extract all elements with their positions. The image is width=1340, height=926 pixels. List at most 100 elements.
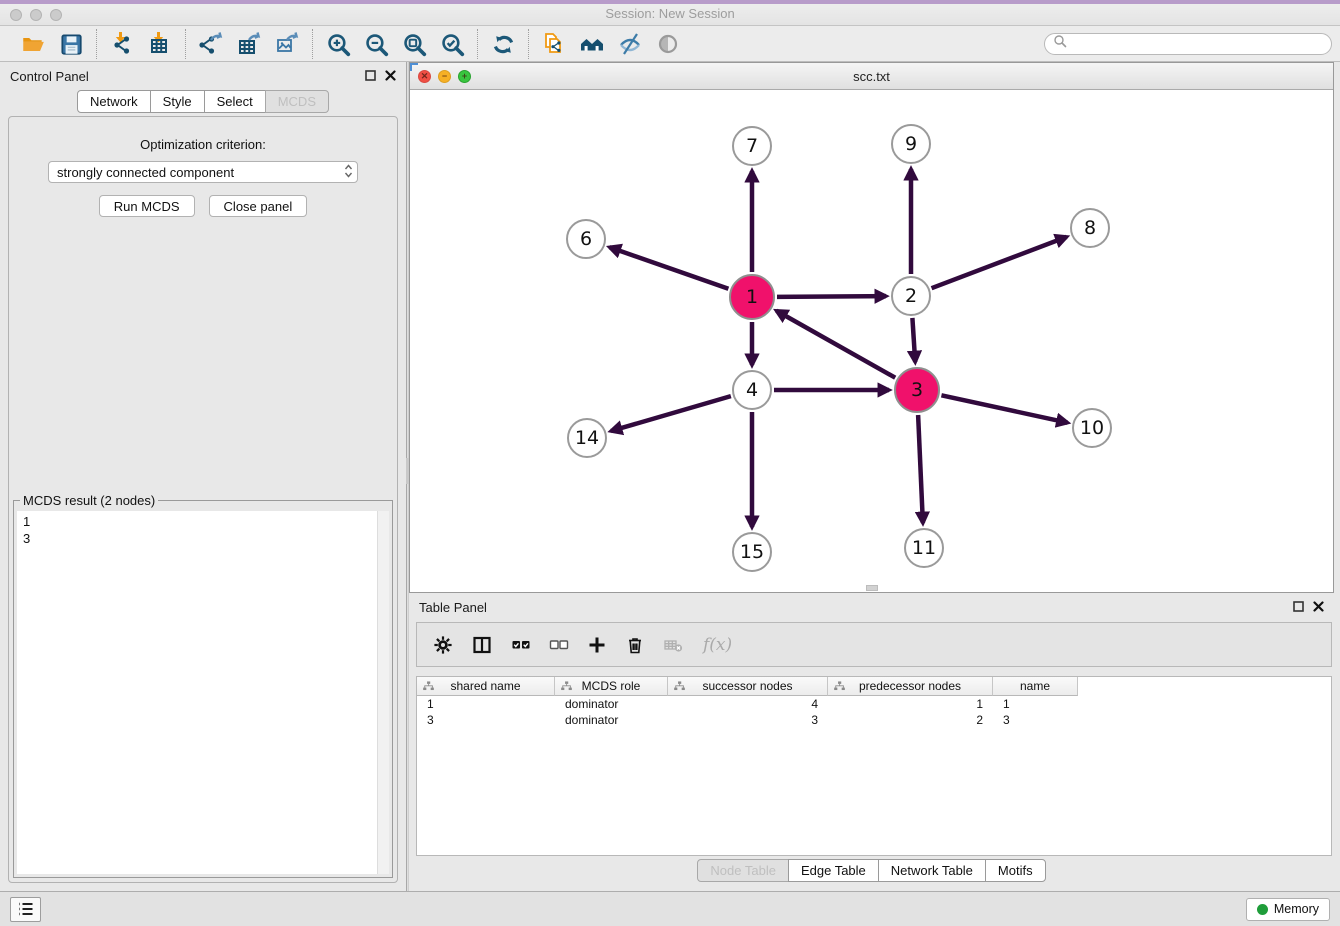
column-header-predecessor-nodes[interactable]: predecessor nodes <box>828 677 993 696</box>
table-tabs: Node TableEdge TableNetwork TableMotifs <box>697 859 1045 882</box>
table-cell[interactable]: 4 <box>668 697 828 711</box>
tab-select[interactable]: Select <box>204 90 266 113</box>
graph-node-9[interactable]: 9 <box>891 124 931 164</box>
network-canvas[interactable]: 7 9 6 8 1 2 4 3 14 10 15 11 <box>410 90 1333 592</box>
graph-edge-2-3[interactable] <box>912 318 915 362</box>
open-session-icon[interactable] <box>18 29 48 59</box>
add-row-icon[interactable] <box>587 635 607 655</box>
close-panel-icon[interactable] <box>385 69 396 84</box>
main-toolbar <box>0 26 1340 62</box>
table-row[interactable]: 3dominator323 <box>417 712 1331 728</box>
table-tab-network-table[interactable]: Network Table <box>878 859 986 882</box>
tab-mcds[interactable]: MCDS <box>265 90 329 113</box>
network-window-titlebar[interactable]: ✕ − + scc.txt <box>410 63 1333 90</box>
graph-node-7[interactable]: 7 <box>732 126 772 166</box>
table-tab-node-table[interactable]: Node Table <box>697 859 789 882</box>
toolbar-group <box>528 29 693 59</box>
memory-button[interactable]: Memory <box>1246 898 1330 921</box>
control-panel: Control Panel NetworkStyleSelectMCDS Opt… <box>0 62 406 891</box>
column-label: successor nodes <box>702 679 792 693</box>
export-network-icon[interactable] <box>196 29 226 59</box>
graph-node-4[interactable]: 4 <box>732 370 772 410</box>
node-table[interactable]: shared nameMCDS role successor nodes prede… <box>416 676 1332 856</box>
criterion-value: strongly connected component <box>57 165 234 180</box>
task-history-button[interactable] <box>10 897 41 922</box>
run-mcds-button[interactable]: Run MCDS <box>99 195 195 217</box>
export-table-icon[interactable] <box>234 29 264 59</box>
graph-node-2[interactable]: 2 <box>891 276 931 316</box>
export-image-icon[interactable] <box>272 29 302 59</box>
table-header-row: shared nameMCDS role successor nodes prede… <box>417 677 1331 696</box>
table-cell[interactable]: 1 <box>828 697 993 711</box>
table-cell[interactable]: 1 <box>993 697 1078 711</box>
save-session-icon[interactable] <box>56 29 86 59</box>
gear-icon[interactable] <box>433 635 453 655</box>
float-panel-icon[interactable] <box>365 69 376 84</box>
search-box[interactable] <box>1044 33 1332 55</box>
graph-edge-1-6[interactable] <box>610 247 729 289</box>
hide-graphics-icon[interactable] <box>615 29 645 59</box>
zoom-out-icon[interactable] <box>361 29 391 59</box>
table-cell[interactable]: dominator <box>555 713 668 727</box>
mcds-result-text: 1 3 <box>17 511 389 549</box>
table-cell[interactable]: 3 <box>993 713 1078 727</box>
split-columns-icon[interactable] <box>471 635 493 655</box>
graph-node-15[interactable]: 15 <box>732 532 772 572</box>
status-bar: Memory <box>0 891 1340 926</box>
toolbar-groups <box>8 27 693 61</box>
graph-node-10[interactable]: 10 <box>1072 408 1112 448</box>
table-cell[interactable]: 1 <box>417 697 555 711</box>
graph-edge-2-8[interactable] <box>932 237 1067 288</box>
graph-node-8[interactable]: 8 <box>1070 208 1110 248</box>
table-tab-edge-table[interactable]: Edge Table <box>788 859 879 882</box>
import-network-icon[interactable] <box>107 29 137 59</box>
select-all-checkboxes-icon[interactable] <box>511 635 531 655</box>
tab-style[interactable]: Style <box>150 90 205 113</box>
graph-node-11[interactable]: 11 <box>904 528 944 568</box>
canvas-splitter-handle[interactable] <box>866 585 878 591</box>
duplicate-network-icon[interactable] <box>539 29 569 59</box>
table-cell[interactable]: dominator <box>555 697 668 711</box>
float-table-panel-icon[interactable] <box>1293 600 1304 615</box>
deselect-all-checkboxes-icon[interactable] <box>549 635 569 655</box>
network-window-controls[interactable]: ✕ − + <box>418 70 471 83</box>
graph-node-14[interactable]: 14 <box>567 418 607 458</box>
refresh-layout-icon[interactable] <box>488 29 518 59</box>
result-scrollbar[interactable] <box>377 511 389 874</box>
table-row[interactable]: 1dominator411 <box>417 696 1331 712</box>
delete-row-icon[interactable] <box>625 635 645 655</box>
graph-node-3[interactable]: 3 <box>894 367 940 413</box>
column-header-shared-name[interactable]: shared name <box>417 677 555 696</box>
column-header-successor-nodes[interactable]: successor nodes <box>668 677 828 696</box>
table-cell[interactable]: 3 <box>417 713 555 727</box>
column-header-name[interactable]: name <box>993 677 1078 696</box>
maximize-network-button[interactable]: + <box>458 70 471 83</box>
column-label: predecessor nodes <box>859 679 961 693</box>
mcds-result-area[interactable]: 1 3 <box>17 511 389 874</box>
graph-node-6[interactable]: 6 <box>566 219 606 259</box>
graph-edge-3-10[interactable] <box>941 395 1067 422</box>
home-view-icon[interactable] <box>577 29 607 59</box>
criterion-dropdown[interactable]: strongly connected component <box>48 161 358 183</box>
table-cell[interactable]: 2 <box>828 713 993 727</box>
graph-edge-3-1[interactable] <box>776 311 895 378</box>
zoom-selected-icon[interactable] <box>437 29 467 59</box>
graph-edge-1-2[interactable] <box>777 296 886 297</box>
graph-node-1[interactable]: 1 <box>729 274 775 320</box>
table-tab-motifs[interactable]: Motifs <box>985 859 1046 882</box>
graph-edge-3-11[interactable] <box>918 415 923 523</box>
zoom-in-icon[interactable] <box>323 29 353 59</box>
import-table-icon[interactable] <box>145 29 175 59</box>
table-cell[interactable]: 3 <box>668 713 828 727</box>
close-table-panel-icon[interactable] <box>1313 600 1324 615</box>
minimize-network-button[interactable]: − <box>438 70 451 83</box>
close-panel-button[interactable]: Close panel <box>209 195 308 217</box>
show-graphics-icon[interactable] <box>653 29 683 59</box>
tab-network[interactable]: Network <box>77 90 151 113</box>
mcds-panel-body: Optimization criterion: strongly connect… <box>8 116 398 883</box>
search-input[interactable] <box>1072 36 1323 52</box>
zoom-fit-icon[interactable] <box>399 29 429 59</box>
close-network-button[interactable]: ✕ <box>418 70 431 83</box>
column-header-mcds-role[interactable]: MCDS role <box>555 677 668 696</box>
graph-edge-4-14[interactable] <box>611 396 731 431</box>
